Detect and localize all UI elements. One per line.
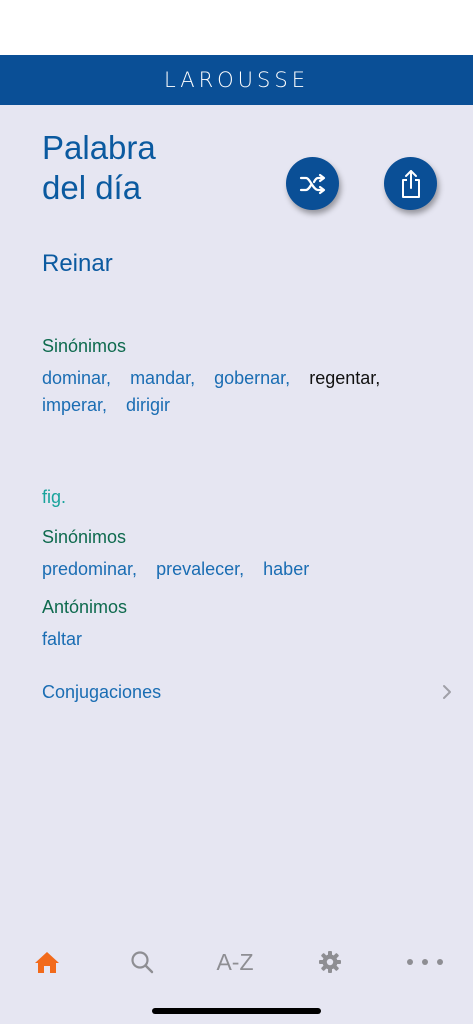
brand-header: LAROUSSE <box>0 55 473 105</box>
shuffle-icon <box>299 173 325 194</box>
antonyms-list: faltar <box>42 626 442 653</box>
synonym-link[interactable]: imperar, <box>42 395 107 415</box>
synonym-link[interactable]: dirigir <box>126 395 170 415</box>
chevron-right-icon <box>443 685 451 699</box>
fig-synonyms-list: predominar, prevalecer, haber <box>42 556 442 583</box>
synonym-link[interactable]: dominar, <box>42 368 111 388</box>
conjugations-row[interactable]: Conjugaciones <box>42 677 452 707</box>
synonyms-list: dominar, mandar, gobernar, regentar, imp… <box>42 365 442 419</box>
page-title-line2: del día <box>42 169 142 206</box>
tab-alphabetical[interactable]: A-Z <box>205 947 265 977</box>
word-of-day-content: Palabra del día Reinar Sinónimos dominar… <box>0 105 473 925</box>
synonym-text: regentar, <box>309 368 381 388</box>
antonym-link[interactable]: faltar <box>42 629 82 649</box>
more-icon <box>407 959 443 965</box>
tab-az-label: A-Z <box>216 948 254 975</box>
status-bar <box>0 0 473 55</box>
home-indicator <box>152 1008 321 1014</box>
synonym-link[interactable]: prevalecer, <box>156 559 244 579</box>
synonym-link[interactable]: gobernar, <box>214 368 290 388</box>
brand-logo-text: LAROUSSE <box>164 68 309 92</box>
synonym-link[interactable]: haber <box>263 559 309 579</box>
gear-icon <box>319 951 341 973</box>
page-title-line1: Palabra <box>42 129 156 166</box>
share-icon <box>401 169 420 198</box>
synonym-link[interactable]: mandar, <box>130 368 195 388</box>
antonyms-label: Antónimos <box>42 597 128 617</box>
tab-more[interactable] <box>395 947 455 977</box>
tab-home[interactable] <box>17 947 77 977</box>
share-button[interactable] <box>384 157 437 210</box>
synonym-link[interactable]: predominar, <box>42 559 137 579</box>
page-title: Palabra del día <box>42 128 242 208</box>
fig-synonyms-label: Sinónimos <box>42 527 127 547</box>
shuffle-button[interactable] <box>286 157 339 210</box>
headword: Reinar <box>42 250 113 277</box>
synonyms-label: Sinónimos <box>42 336 127 356</box>
conjugations-label: Conjugaciones <box>42 681 162 702</box>
search-icon <box>131 951 154 974</box>
tab-search[interactable] <box>112 947 172 977</box>
figurative-label: fig. <box>42 487 67 507</box>
home-icon <box>35 952 59 973</box>
tab-settings[interactable] <box>300 947 360 977</box>
